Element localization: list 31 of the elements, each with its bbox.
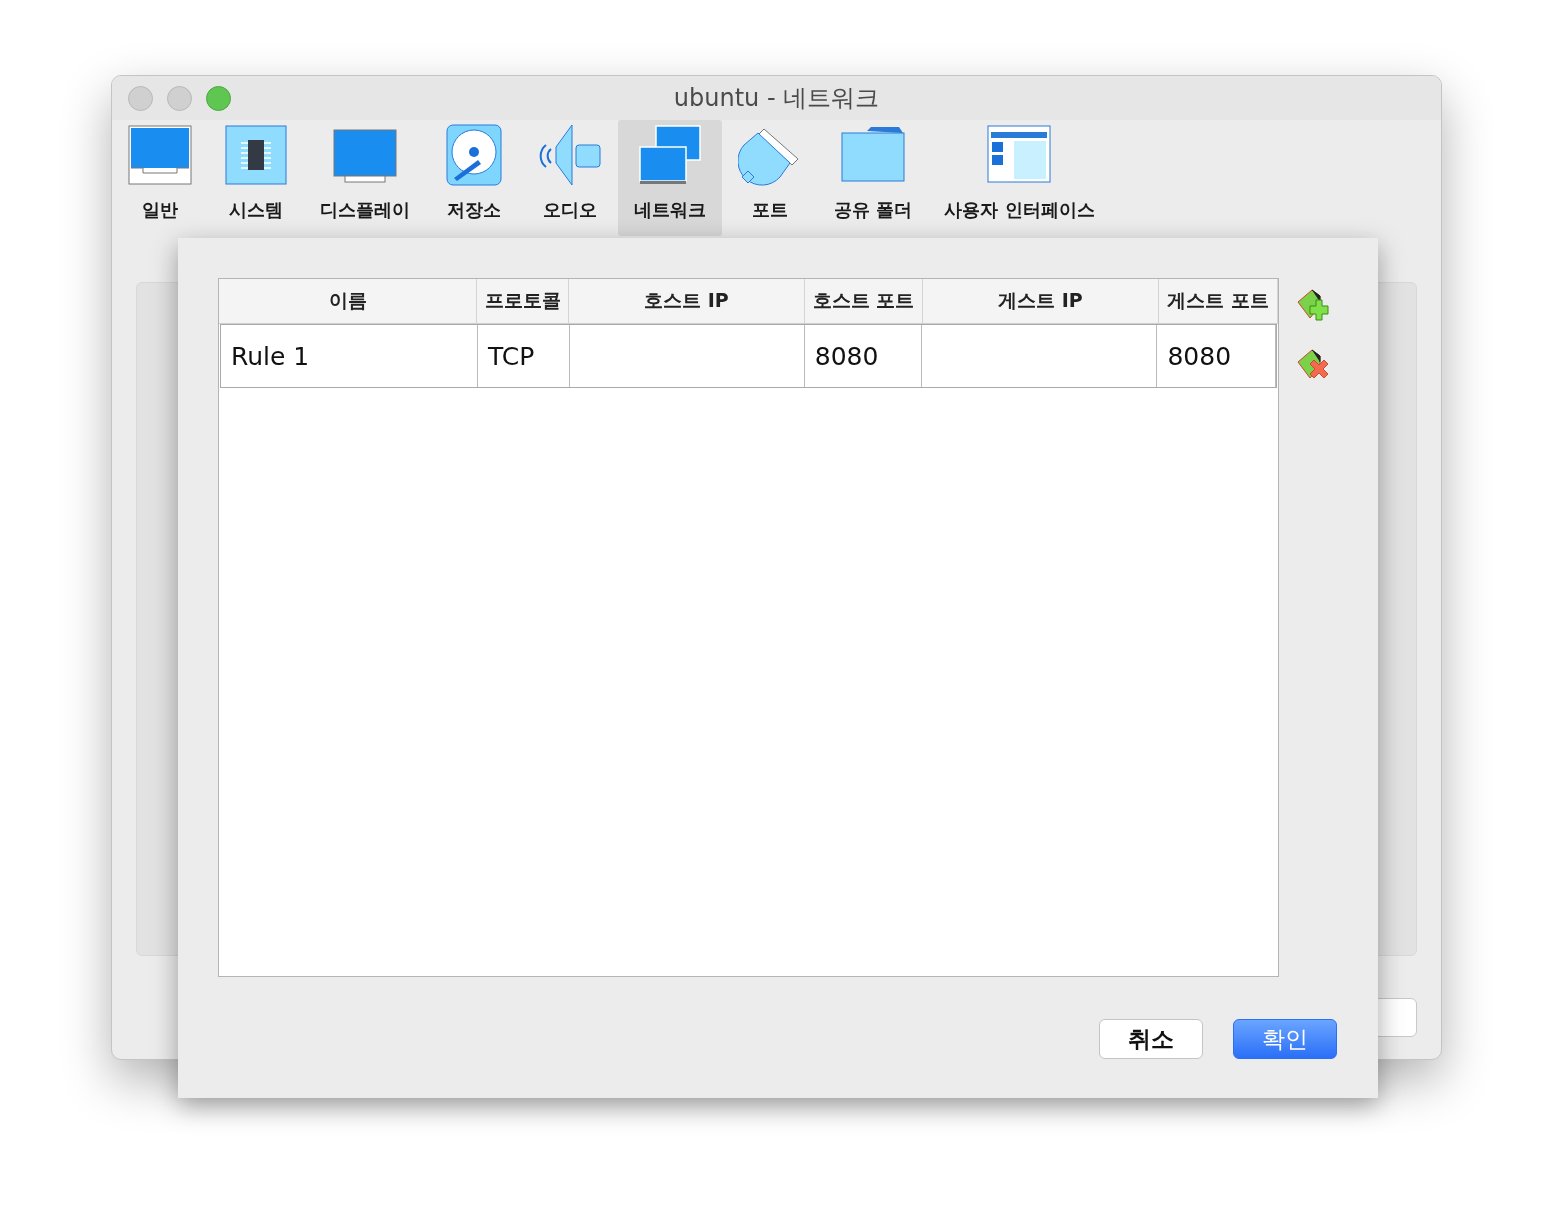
table-cell: 8080 <box>814 341 879 371</box>
column-header[interactable]: 호스트 포트 <box>805 279 923 323</box>
settings-tab[interactable]: 네트워크 <box>618 120 722 236</box>
column-header[interactable]: 게스트 포트 <box>1159 279 1278 323</box>
column-header[interactable]: 프로토콜 <box>477 279 569 323</box>
settings-tab[interactable]: 디스플레이 <box>304 120 426 236</box>
chip-icon <box>224 124 288 186</box>
settings-tab[interactable]: 포트 <box>722 120 818 236</box>
settings-tab[interactable]: 사용자 인터페이스 <box>928 120 1111 236</box>
settings-tab[interactable]: 공유 폴더 <box>818 120 929 236</box>
table-cell: 8080 <box>1167 341 1232 371</box>
add-rule-icon[interactable] <box>1296 288 1330 322</box>
monitor-icon <box>128 124 192 186</box>
close-button[interactable] <box>128 85 153 111</box>
window-title: ubuntu - 네트워크 <box>673 83 880 114</box>
column-header[interactable]: 호스트 IP <box>569 279 805 323</box>
column-header[interactable]: 이름 <box>219 279 477 323</box>
settings-tab[interactable]: 시스템 <box>208 120 304 236</box>
rule-row[interactable]: Rule 1 TCP 8080 8080 <box>220 324 1277 388</box>
table-cell: Rule 1 <box>231 341 310 371</box>
zoom-button[interactable] <box>206 85 231 111</box>
window-layout-icon <box>987 124 1052 186</box>
cancel-button[interactable]: 취소 <box>1099 1019 1203 1059</box>
settings-tab[interactable]: 일반 <box>112 120 208 236</box>
column-header[interactable]: 게스트 IP <box>923 279 1159 323</box>
speaker-icon <box>538 124 602 186</box>
settings-tab[interactable]: 저장소 <box>426 120 522 236</box>
network-icon <box>638 124 702 186</box>
settings-tab[interactable]: 오디오 <box>522 120 618 236</box>
minimize-button[interactable] <box>167 85 192 111</box>
table-cell: TCP <box>488 341 535 371</box>
